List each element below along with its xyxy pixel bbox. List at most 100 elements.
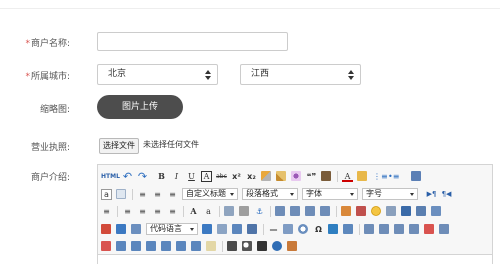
justify-justify-icon[interactable]: ≡ — [167, 206, 178, 217]
insertrow-icon[interactable] — [409, 224, 419, 234]
gmap-icon[interactable] — [116, 224, 126, 234]
font-color-icon[interactable]: A — [342, 171, 353, 182]
snapscreen-icon[interactable] — [343, 224, 353, 234]
toolbar-separator — [183, 205, 184, 217]
mergecells-icon[interactable] — [116, 241, 126, 251]
eraser-icon[interactable] — [261, 171, 271, 181]
city-select[interactable]: 江西 — [240, 64, 361, 85]
paragraph-format-select[interactable]: 段落格式 — [242, 188, 298, 200]
attachment-icon[interactable] — [431, 206, 441, 216]
font-size-select[interactable]: 字号 — [362, 188, 418, 200]
insertimage-icon[interactable] — [356, 206, 366, 216]
justify-left-icon[interactable]: ≡ — [122, 206, 133, 217]
insertvideo-icon[interactable] — [401, 206, 411, 216]
insertframe-icon[interactable] — [131, 224, 141, 234]
image-center-icon[interactable] — [320, 206, 330, 216]
tolowercase-icon[interactable]: a — [203, 206, 214, 217]
font-family-select[interactable]: 字体 — [302, 188, 358, 200]
city-select-value: 江西 — [251, 69, 270, 79]
help-icon[interactable] — [272, 241, 282, 251]
selectall-icon[interactable] — [116, 189, 126, 199]
music-icon[interactable] — [416, 206, 426, 216]
html-source-icon[interactable]: HTML — [101, 171, 120, 182]
image-none-icon[interactable] — [275, 206, 285, 216]
select-arrows-icon — [348, 69, 354, 81]
unordered-list-icon[interactable]: •≡ — [388, 171, 399, 182]
strikethrough-icon[interactable]: abc — [216, 171, 227, 182]
toolbar-separator — [117, 205, 118, 217]
deletecol-icon[interactable] — [101, 241, 111, 251]
image-upload-button[interactable]: 图片上传 — [97, 95, 183, 119]
deletetable-icon[interactable] — [379, 224, 389, 234]
insertparagraphbeforetable-icon[interactable] — [394, 224, 404, 234]
direction-ltr-icon[interactable]: ▶¶ — [426, 189, 437, 200]
splittorows-icon[interactable] — [176, 241, 186, 251]
horizontal-icon[interactable]: — — [268, 224, 279, 235]
simpleupload-icon[interactable] — [341, 206, 351, 216]
merchant-name-input[interactable] — [97, 32, 288, 51]
toolbar-row-1: HTML ↶ ↷ B I U A abc x² x₂ ❝❞ A ⋮≡ •≡ — [101, 168, 426, 184]
editor-toolbar: HTML ↶ ↷ B I U A abc x² x₂ ❝❞ A ⋮≡ •≡ a — [98, 165, 492, 255]
code-language-select[interactable]: 代码语言 — [146, 223, 198, 235]
direction-rtl-icon[interactable]: ¶◀ — [441, 189, 452, 200]
indent-icon[interactable]: ≡ — [101, 206, 112, 217]
pasteplain-icon[interactable] — [321, 171, 331, 181]
splittocells-icon[interactable] — [161, 241, 171, 251]
lineheight-icon[interactable]: ≡ — [167, 189, 178, 200]
touppercase-icon[interactable]: A — [188, 206, 199, 217]
back-color-icon[interactable] — [357, 171, 367, 181]
date-icon[interactable] — [283, 224, 293, 234]
province-select-value: 北京 — [108, 69, 127, 79]
format-brush-icon[interactable] — [276, 171, 286, 181]
rich-text-editor: HTML ↶ ↷ B I U A abc x² x₂ ❝❞ A ⋮≡ •≡ a — [97, 164, 493, 265]
custom-title-select[interactable]: 自定义标题 — [182, 188, 238, 200]
background-icon[interactable] — [247, 224, 257, 234]
mergedown-icon[interactable] — [146, 241, 156, 251]
image-right-icon[interactable] — [305, 206, 315, 216]
link-icon[interactable] — [224, 206, 234, 216]
pagebreak-icon[interactable] — [217, 224, 227, 234]
deleterow-icon[interactable] — [424, 224, 434, 234]
emotion-icon[interactable] — [371, 206, 381, 216]
ordered-list-icon[interactable]: ⋮≡ — [373, 171, 388, 182]
mergeright-icon[interactable] — [131, 241, 141, 251]
undo-icon[interactable]: ↶ — [122, 171, 133, 182]
unlink-icon[interactable] — [239, 206, 249, 216]
font-a-icon[interactable]: a — [101, 188, 112, 200]
blockquote-icon[interactable]: ❝❞ — [306, 171, 317, 182]
province-select[interactable]: 北京 — [97, 64, 218, 85]
insertcol-icon[interactable] — [439, 224, 449, 234]
print-icon[interactable] — [227, 241, 237, 251]
rowspacing-top-icon[interactable]: ≡ — [137, 189, 148, 200]
autotypeset-icon[interactable] — [291, 171, 301, 181]
superscript-icon[interactable]: x² — [231, 171, 242, 182]
wordimage-icon[interactable] — [328, 224, 338, 234]
intro-label: 商户介绍: — [30, 173, 70, 183]
italic-icon[interactable]: I — [171, 171, 182, 182]
searchreplace-icon[interactable] — [257, 241, 267, 251]
choose-file-button[interactable]: 选择文件 — [99, 138, 139, 154]
spechars-icon[interactable]: Ω — [313, 224, 324, 235]
charts-icon[interactable] — [206, 241, 216, 251]
template-icon[interactable] — [232, 224, 242, 234]
toolbar-separator — [336, 205, 337, 217]
time-icon[interactable] — [298, 224, 308, 234]
underline-icon[interactable]: U — [186, 171, 197, 182]
bold-icon[interactable]: B — [156, 171, 167, 182]
image-left-icon[interactable] — [290, 206, 300, 216]
map-icon[interactable] — [101, 224, 111, 234]
redo-icon[interactable]: ↷ — [137, 171, 148, 182]
justify-right-icon[interactable]: ≡ — [152, 206, 163, 217]
drafts-icon[interactable] — [287, 241, 297, 251]
rowspacing-bottom-icon[interactable]: ≡ — [152, 189, 163, 200]
anchor-icon[interactable]: ⚓ — [254, 206, 265, 217]
preview-icon[interactable] — [242, 241, 252, 251]
subscript-icon[interactable]: x₂ — [246, 171, 257, 182]
justify-center-icon[interactable]: ≡ — [137, 206, 148, 217]
scrawl-icon[interactable] — [386, 206, 396, 216]
splittocols-icon[interactable] — [191, 241, 201, 251]
fullscreen-icon[interactable] — [411, 171, 421, 181]
webapp-icon[interactable] — [202, 224, 212, 234]
inserttable-icon[interactable] — [364, 224, 374, 234]
font-border-icon[interactable]: A — [201, 170, 212, 182]
